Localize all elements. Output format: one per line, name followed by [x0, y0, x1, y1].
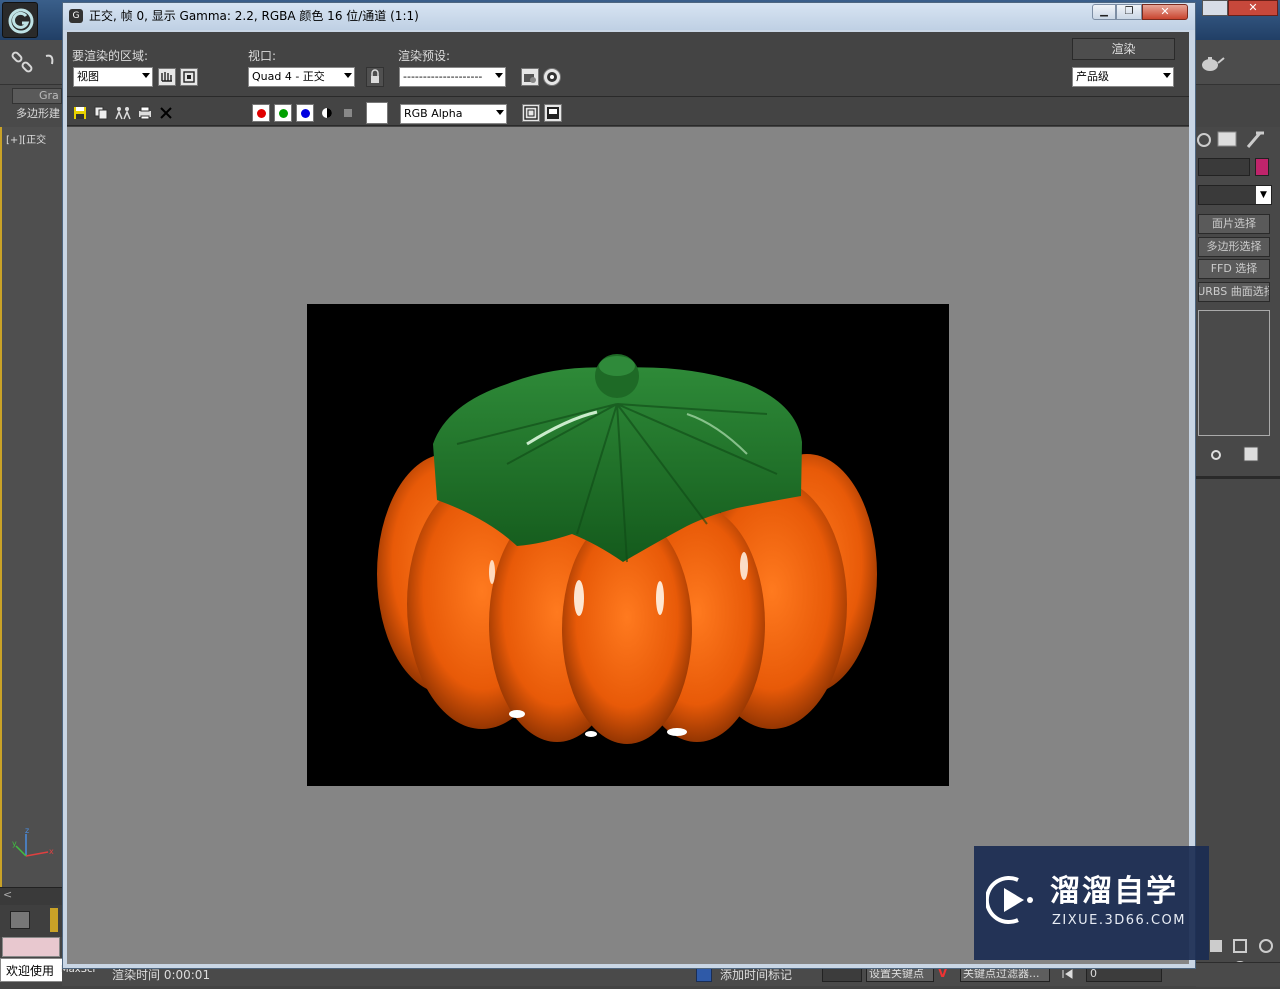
chevron-down-icon — [142, 73, 150, 78]
object-name-field[interactable] — [1198, 158, 1250, 176]
blue-channel-toggle[interactable] — [296, 104, 314, 122]
3dsmax-logo-icon[interactable]: G — [69, 9, 83, 23]
specular-highlight — [656, 581, 664, 615]
patch-select-button[interactable]: 面片选择 — [1198, 214, 1270, 234]
graphite-tab[interactable]: Gra — [12, 88, 62, 104]
minimize-button[interactable]: ▁ — [1092, 4, 1116, 20]
specular-highlight — [509, 710, 525, 718]
axis-y-label: y — [12, 839, 17, 848]
render-preset-dropdown[interactable]: -------------------- — [399, 67, 506, 87]
clone-render-frame-icon[interactable] — [114, 105, 132, 121]
chevron-down-icon[interactable]: ▼ — [1256, 186, 1271, 204]
lid-knob-top — [599, 356, 635, 376]
specular-highlight — [489, 560, 495, 584]
toggle-ui-overlay-icon[interactable] — [522, 104, 540, 122]
axis-x-label: x — [49, 847, 54, 856]
render-button[interactable]: 渲染 — [1072, 38, 1175, 60]
motion-tab-icon[interactable] — [1197, 133, 1211, 147]
clear-icon[interactable] — [158, 105, 174, 121]
chevron-down-icon — [496, 110, 504, 115]
modifier-stack-tools — [1196, 442, 1280, 468]
app-logo-icon[interactable] — [2, 2, 38, 38]
area-to-render-label: 要渲染的区域: — [72, 49, 149, 63]
viewport[interactable] — [0, 127, 62, 887]
mini-listener-icon[interactable] — [10, 911, 30, 929]
blue-dot-icon — [301, 109, 310, 118]
specular-highlight — [667, 728, 687, 736]
select-and-link-icon[interactable] — [8, 48, 38, 78]
panel-divider — [1196, 476, 1280, 479]
environment-effects-icon[interactable] — [543, 68, 561, 86]
watermark-title: 溜溜自学 — [1050, 874, 1178, 909]
app-close-button[interactable]: ✕ — [1228, 0, 1278, 16]
window-title: 正交, 帧 0, 显示 Gamma: 2.2, RGBA 颜色 16 位/通道 … — [89, 9, 419, 23]
ffd-select-button[interactable]: FFD 选择 — [1198, 259, 1270, 279]
zoom-extents-icon[interactable] — [1210, 940, 1222, 952]
area-to-render-dropdown[interactable]: 视图 — [73, 67, 153, 87]
specular-highlight — [574, 580, 584, 616]
object-color-swatch[interactable] — [1255, 158, 1269, 176]
rendered-image — [307, 304, 949, 786]
utilities-tab-icon[interactable] — [1246, 131, 1264, 148]
green-dot-icon — [279, 109, 288, 118]
configure-modifier-sets-icon[interactable] — [1243, 446, 1259, 462]
print-image-icon[interactable] — [137, 105, 153, 121]
render-preset-label: 渲染预设: — [398, 49, 451, 63]
pin-stack-icon[interactable] — [1211, 450, 1221, 460]
chevron-down-icon — [495, 73, 503, 78]
copy-image-icon[interactable] — [93, 105, 109, 121]
display-channel-value: RGB Alpha — [404, 107, 463, 120]
render-frame-toolbar — [67, 98, 1189, 126]
watermark-url: ZIXUE.3D66.COM — [1052, 913, 1186, 928]
green-channel-toggle[interactable] — [274, 104, 292, 122]
toggle-ui-icon[interactable] — [544, 104, 562, 122]
unlink-selection-icon[interactable] — [42, 48, 62, 78]
display-tab-icon[interactable] — [1217, 131, 1237, 147]
maximize-button[interactable]: ❐ — [1116, 4, 1142, 20]
command-panel-tabs — [1196, 127, 1280, 153]
maxscript-mini-listener[interactable] — [2, 937, 60, 957]
nurbs-surface-select-button[interactable]: NURBS 曲面选择 — [1198, 282, 1270, 302]
polygon-modeling-tab[interactable]: 多边形建 — [12, 106, 62, 122]
color-swatch[interactable] — [366, 102, 388, 124]
render-setup-icon[interactable] — [521, 68, 539, 86]
alpha-channel-icon[interactable] — [319, 105, 335, 121]
red-channel-toggle[interactable] — [252, 104, 270, 122]
viewport-value: Quad 4 - 正交 — [252, 70, 325, 83]
render-teapot-icon[interactable] — [1196, 48, 1228, 78]
render-quality-value: 产品级 — [1076, 70, 1109, 83]
axis-gizmo: z y x — [8, 826, 58, 866]
render-quality-dropdown[interactable]: 产品级 — [1072, 67, 1174, 87]
render-preset-value: -------------------- — [403, 70, 483, 83]
play-logo-icon — [984, 872, 1036, 928]
display-channel-dropdown[interactable]: RGB Alpha — [400, 104, 507, 124]
chevron-down-icon — [344, 73, 352, 78]
app-minimize-button[interactable] — [1202, 0, 1228, 16]
monochrome-icon[interactable] — [340, 105, 356, 121]
orbit-icon[interactable] — [1259, 939, 1273, 953]
close-button[interactable]: ✕ — [1142, 4, 1188, 20]
save-image-icon[interactable] — [72, 105, 88, 121]
specular-highlight — [740, 552, 748, 580]
time-slider-left-arrow[interactable]: < — [0, 887, 62, 905]
area-to-render-value: 视图 — [77, 70, 99, 83]
axis-z-label: z — [25, 826, 29, 835]
viewport-label[interactable]: [+][正交 — [6, 131, 62, 146]
zoom-region-icon[interactable] — [1233, 939, 1247, 953]
viewport-dropdown[interactable]: Quad 4 - 正交 — [248, 67, 355, 87]
specular-highlight — [585, 731, 597, 737]
edit-region-icon[interactable] — [158, 68, 176, 86]
render-controls-panel — [67, 32, 1189, 97]
poly-select-button[interactable]: 多边形选择 — [1198, 237, 1270, 257]
modifier-stack-list[interactable] — [1198, 310, 1270, 436]
red-dot-icon — [257, 109, 266, 118]
time-slider-handle[interactable] — [50, 908, 58, 932]
auto-region-icon[interactable] — [180, 68, 198, 86]
lock-viewport-icon[interactable] — [366, 67, 384, 87]
chevron-down-icon — [1163, 73, 1171, 78]
viewport-label: 视口: — [248, 49, 277, 63]
